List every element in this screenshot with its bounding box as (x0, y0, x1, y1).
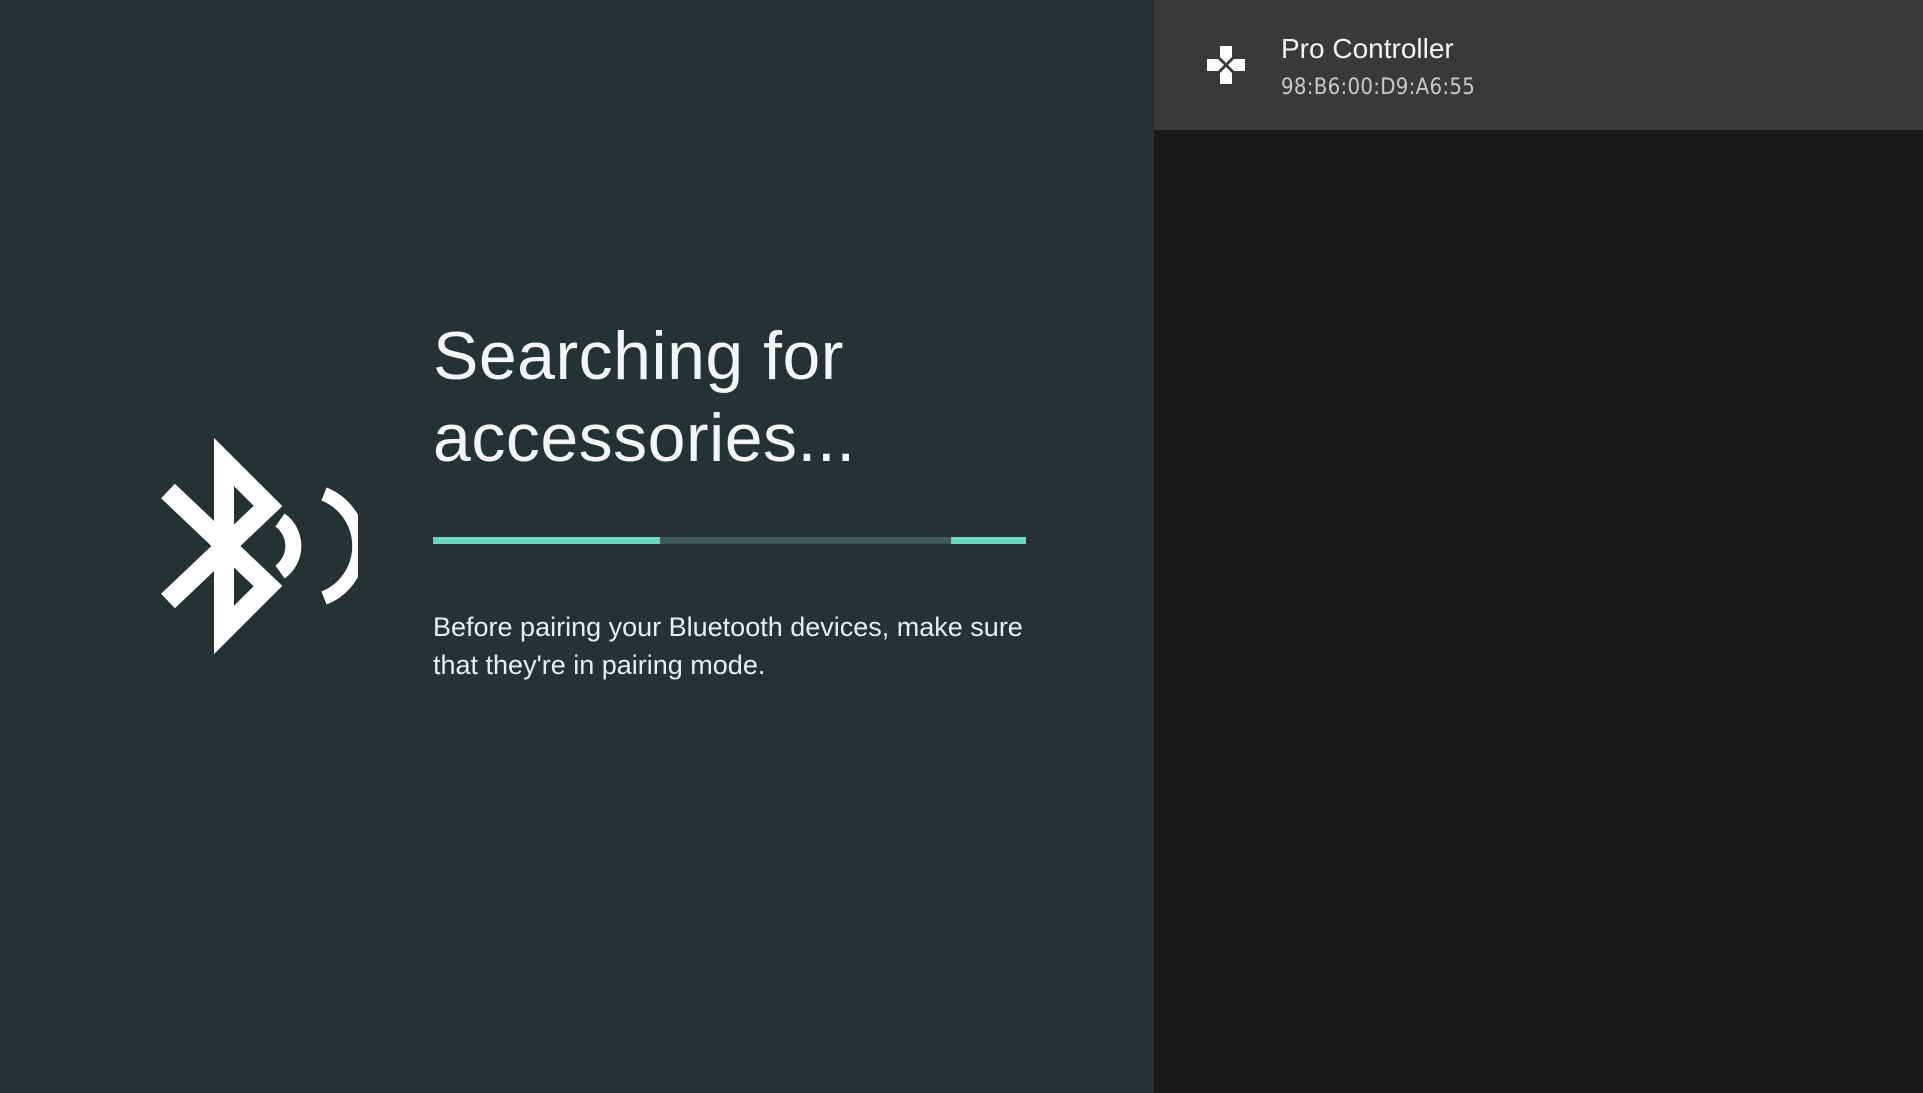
page-title: Searching for accessories... (433, 315, 1033, 479)
pairing-instructions: Before pairing your Bluetooth devices, m… (433, 612, 1023, 680)
title-line-2: accessories... (433, 400, 856, 476)
device-item-pro-controller[interactable]: Pro Controller 98:B6:00:D9:A6:55 (1154, 0, 1923, 130)
progress-segment (433, 537, 660, 544)
bluetooth-pairing-screen: Searching for accessories... Before pair… (0, 0, 1923, 1093)
bluetooth-searching-icon (161, 437, 358, 655)
title-line-1: Searching for (433, 318, 844, 394)
device-address: 98:B6:00:D9:A6:55 (1281, 75, 1476, 100)
device-name: Pro Controller (1281, 33, 1454, 64)
search-panel: Searching for accessories... Before pair… (0, 0, 1154, 1093)
device-list: Pro Controller 98:B6:00:D9:A6:55 (1154, 0, 1923, 1093)
progress-segment (951, 537, 1026, 544)
search-content: Searching for accessories... Before pair… (433, 315, 1033, 684)
gamepad-icon (1207, 46, 1245, 84)
searching-progress-bar (433, 537, 1026, 544)
